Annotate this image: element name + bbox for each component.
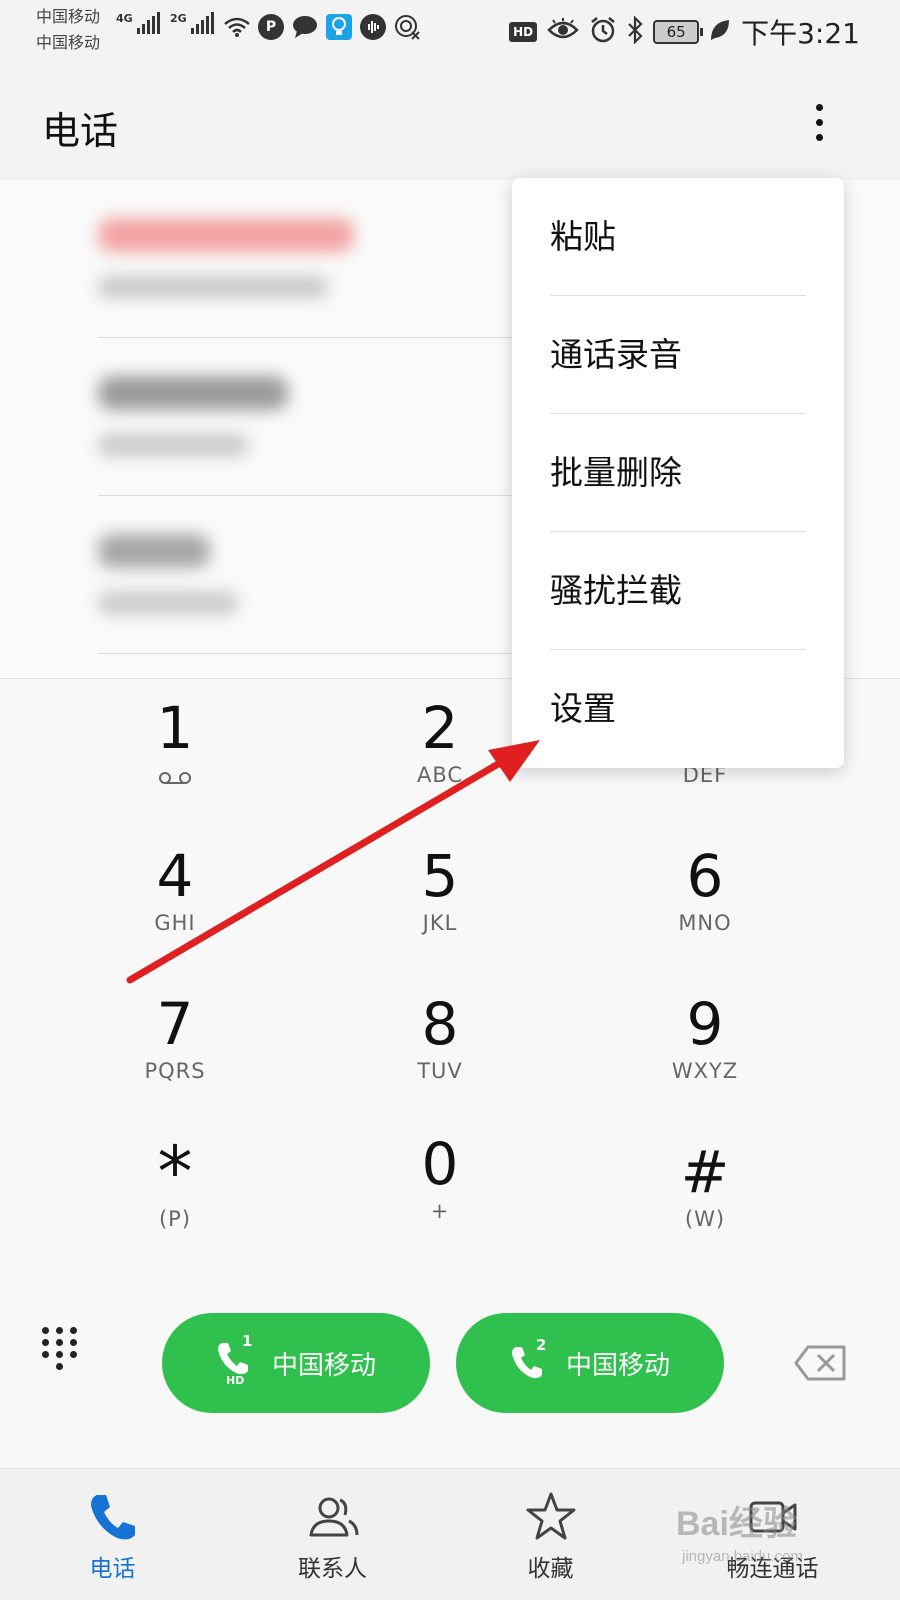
alarm-icon [589, 16, 617, 48]
carrier-2-label: 中国移动 [36, 33, 101, 52]
phone-sim1-icon: 1 HD [216, 1332, 262, 1388]
call-sim1-button[interactable]: 1 HD 中国移动 [162, 1313, 430, 1413]
dial-key-letters: (P) [158, 1207, 192, 1231]
contacts-icon [309, 1497, 358, 1537]
menu-item-batch-delete[interactable]: 批量删除 [550, 414, 806, 532]
menu-item-call-recording[interactable]: 通话录音 [550, 296, 806, 414]
dial-key-letters: (W) [684, 1207, 726, 1231]
backspace-icon [794, 1345, 846, 1381]
baidu-jingyan-watermark: Bai经验 jingyan.baidu.com [676, 1496, 876, 1586]
sim-number: 1 [241, 1332, 253, 1350]
audio-wave-icon [360, 14, 386, 40]
dial-key-digit: 6 [686, 842, 724, 910]
menu-item-paste[interactable]: 粘贴 [550, 178, 806, 296]
carrier-1-label: 中国移动 [36, 7, 101, 26]
sim-number: 2 [535, 1336, 547, 1354]
dial-key-hash[interactable]: # (W) [590, 1123, 820, 1263]
dial-key-letters: GHI [154, 911, 196, 935]
nav-label: 电话 [89, 1556, 136, 1582]
power-saving-leaf-icon [709, 18, 731, 46]
dial-key-letters: PQRS [144, 1059, 206, 1083]
dial-key-7[interactable]: 7 PQRS [60, 975, 290, 1115]
parking-icon: P [258, 14, 284, 40]
signal-2-icon: 2G [170, 12, 214, 34]
hd-voice-badge: HD [509, 22, 538, 42]
dial-key-5[interactable]: 5 JKL [325, 827, 555, 967]
backspace-button[interactable] [794, 1343, 848, 1383]
bluetooth-icon [627, 15, 643, 48]
hotspot-off-icon [394, 14, 420, 40]
app-header: 电话 [0, 64, 900, 180]
phone-sim2-icon: 2 [510, 1336, 556, 1388]
voicemail-icon [159, 772, 191, 784]
menu-item-label: 粘贴 [550, 217, 616, 256]
more-vertical-icon [815, 103, 823, 111]
status-right-icons: HD 65 下午3:21 [509, 12, 860, 52]
dial-key-letters: MNO [678, 911, 732, 935]
dial-key-digit: 8 [421, 990, 459, 1058]
dial-key-6[interactable]: 6 MNO [590, 827, 820, 967]
wifi-icon [224, 14, 250, 40]
nav-label: 联系人 [298, 1556, 367, 1582]
dial-key-digit: 7 [156, 990, 194, 1058]
menu-item-label: 设置 [550, 689, 616, 728]
dial-key-star[interactable]: * (P) [60, 1123, 290, 1263]
dial-key-9[interactable]: 9 WXYZ [590, 975, 820, 1115]
dial-key-digit: 0 [421, 1130, 459, 1198]
battery-icon: 65 [653, 20, 704, 44]
menu-item-label: 批量删除 [550, 453, 682, 492]
status-bar: 中国移动 中国移动 4G 2G P HD 65 下午3:21 [0, 0, 900, 64]
call-log-row[interactable] [98, 180, 558, 338]
call-button-label: 中国移动 [565, 1350, 670, 1381]
dial-key-4[interactable]: 4 GHI [60, 827, 290, 967]
page-title: 电话 [42, 109, 119, 153]
nav-tab-contacts[interactable]: 联系人 [220, 1469, 445, 1600]
menu-item-label: 骚扰拦截 [550, 571, 682, 610]
dial-key-letters: + [430, 1199, 450, 1223]
hd-label: HD [225, 1374, 245, 1387]
menu-item-harassment-block[interactable]: 骚扰拦截 [550, 532, 806, 650]
dial-key-digit: * [157, 1131, 193, 1213]
network-type-2: 2G [170, 12, 187, 25]
dialpad: 1 2 ABC 3 DEF 4 GHI 5 JKL 6 MNO 7 PQRS 8… [0, 678, 900, 1468]
dial-key-letters: TUV [417, 1059, 463, 1083]
dial-key-8[interactable]: 8 TUV [325, 975, 555, 1115]
signal-1-icon: 4G [116, 12, 160, 34]
dial-key-digit: # [680, 1138, 730, 1206]
eye-comfort-icon [547, 18, 579, 46]
dial-key-digit: 4 [156, 842, 194, 910]
dial-key-letters: JKL [422, 911, 458, 935]
message-icon [292, 14, 318, 40]
phone-icon [90, 1495, 135, 1540]
overflow-menu: 粘贴 通话录音 批量删除 骚扰拦截 设置 [512, 178, 844, 768]
nav-tab-favorites[interactable]: 收藏 [438, 1469, 663, 1600]
lightbulb-icon [326, 14, 352, 40]
star-icon [526, 1492, 575, 1540]
status-notification-icons: P [224, 14, 420, 40]
watermark-text: Bai经验 [676, 1505, 797, 1543]
menu-item-settings[interactable]: 设置 [550, 650, 806, 768]
dialpad-toggle-button[interactable] [40, 1327, 80, 1383]
status-time: 下午3:21 [741, 17, 860, 50]
network-type-1: 4G [116, 12, 133, 25]
menu-item-label: 通话录音 [550, 335, 682, 374]
dial-key-1[interactable]: 1 [60, 679, 290, 819]
call-log-row[interactable] [98, 496, 558, 654]
watermark-url: jingyan.baidu.com [682, 1548, 803, 1565]
call-log-row[interactable] [98, 338, 558, 496]
dial-key-0[interactable]: 0 + [325, 1115, 555, 1255]
nav-label: 收藏 [527, 1556, 574, 1582]
call-button-label: 中国移动 [271, 1350, 376, 1381]
dial-key-digit: 1 [156, 694, 194, 762]
dial-key-digit: 5 [421, 842, 459, 910]
dial-key-digit: 9 [686, 990, 724, 1058]
nav-tab-phone[interactable]: 电话 [0, 1469, 225, 1600]
more-options-button[interactable] [804, 92, 834, 152]
dial-key-letters: WXYZ [671, 1059, 739, 1083]
call-sim2-button[interactable]: 2 中国移动 [456, 1313, 724, 1413]
